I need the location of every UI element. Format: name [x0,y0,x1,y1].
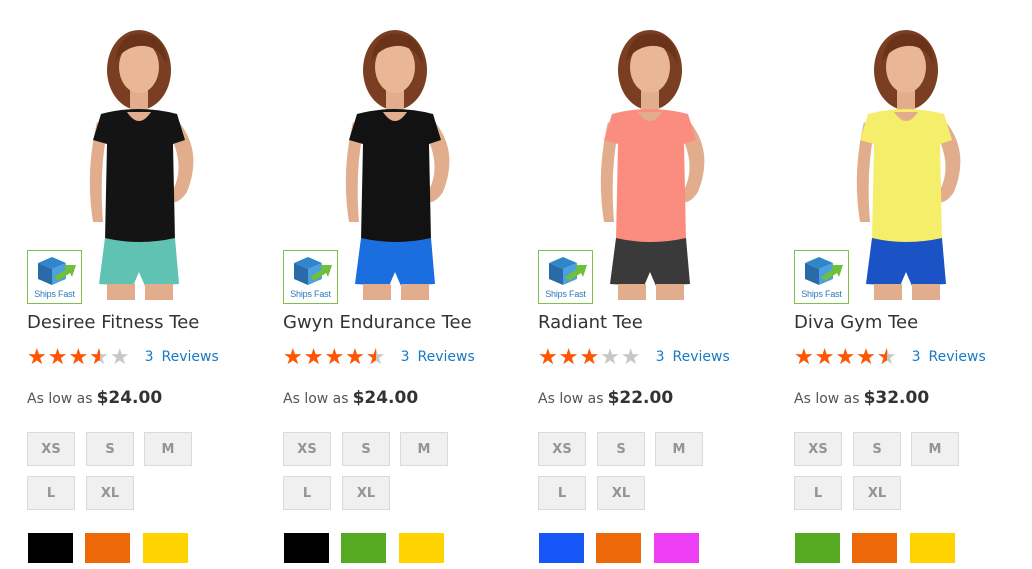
product-card: Ships Fast Gwyn Endurance Tee ★★★★★★★★★★ 3R… [283,0,513,569]
price-label: As low as [794,391,860,407]
star-rating-icon: ★★★★★★★★★★ [538,346,642,368]
review-count: 3 [144,349,154,365]
price-amount: $24.00 [96,388,163,408]
product-image-link[interactable]: Ships Fast [27,22,252,304]
review-word: Reviews [417,349,475,365]
price-label: As low as [538,391,604,407]
color-swatch[interactable] [909,532,956,564]
badge-label: Ships Fast [34,289,75,299]
star-rating-icon: ★★★★★★★★★★ [283,346,387,368]
size-option-xl[interactable]: XL [597,476,645,510]
product-card: Ships Fast Radiant Tee ★★★★★★★★★★ 3 Reviews A… [538,0,768,569]
size-option-m[interactable]: M [144,432,192,466]
stars-filled: ★★★★★ [538,346,601,368]
color-swatch[interactable] [142,532,189,564]
price-box: As low as $22.00 [538,388,673,408]
size-option-xs[interactable]: XS [538,432,586,466]
size-option-m[interactable]: M [911,432,959,466]
reviews-link[interactable]: 3 Reviews [656,349,730,365]
color-swatch[interactable] [283,532,330,564]
price-amount: $22.00 [607,388,674,408]
product-name-link[interactable]: Radiant Tee [538,312,643,333]
stars-filled: ★★★★★ [27,346,100,368]
ships-fast-badge: Ships Fast [794,250,849,304]
rating-summary: ★★★★★★★★★★ 3 Reviews [283,346,475,368]
price-box: As low as $32.00 [794,388,929,408]
color-swatch[interactable] [851,532,898,564]
size-option-xs[interactable]: XS [794,432,842,466]
color-swatch[interactable] [595,532,642,564]
product-card: Ships Fast Diva Gym Tee ★★★★★★★★★★ 3 Reviews… [794,0,1024,569]
review-count: 3 [400,349,410,365]
rating-summary: ★★★★★★★★★★ 3 Reviews [794,346,986,368]
product-name-link[interactable]: Diva Gym Tee [794,312,918,333]
badge-label: Ships Fast [801,289,842,299]
size-option-xl[interactable]: XL [342,476,390,510]
color-swatch[interactable] [398,532,445,564]
product-grid: Ships FastDesiree Fitness Tee★★★★★★★★★★3… [0,0,1032,569]
badge-label: Ships Fast [545,289,586,299]
price-amount: $24.00 [352,388,419,408]
product-image-link[interactable]: Ships Fast [538,22,763,304]
size-option-s[interactable]: S [342,432,390,466]
price-amount: $32.00 [863,388,930,408]
badge-label: Ships Fast [290,289,331,299]
ships-fast-badge: Ships Fast [538,250,593,304]
rating-summary: ★★★★★★★★★★ 3 Reviews [27,346,219,368]
review-word: Reviews [928,349,986,365]
color-swatch[interactable] [340,532,387,564]
product-name-link[interactable]: Gwyn Endurance Tee [283,312,472,333]
size-option-l[interactable]: L [283,476,331,510]
color-swatch[interactable] [27,532,74,564]
review-word: Reviews [672,349,730,365]
price-box: As low as $24.00 [27,388,162,408]
review-count: 3 [655,349,665,365]
product-image-link[interactable]: Ships Fast [794,22,1019,304]
size-option-l[interactable]: L [27,476,75,510]
product-image-link[interactable]: Ships Fast [283,22,508,304]
rating-summary: ★★★★★★★★★★ 3 Reviews [538,346,730,368]
stars-filled: ★★★★★ [283,346,376,368]
color-swatch[interactable] [794,532,841,564]
star-rating-icon: ★★★★★★★★★★ [27,346,131,368]
product-card: Ships Fast Desiree Fitness Tee ★★★★★★★★★★ 3… [27,0,257,569]
reviews-link[interactable]: 3 Reviews [401,349,475,365]
price-label: As low as [27,391,93,407]
price-box: As low as $24.00 [283,388,418,408]
stars-filled: ★★★★★ [794,346,887,368]
size-option-xs[interactable]: XS [27,432,75,466]
star-rating-icon: ★★★★★★★★★★ [794,346,898,368]
ships-fast-badge: Ships Fast [27,250,82,304]
size-option-xl[interactable]: XL [86,476,134,510]
review-word: Reviews [161,349,219,365]
size-option-xs[interactable]: XS [283,432,331,466]
color-swatch[interactable] [653,532,700,564]
product-name-link[interactable]: Desiree Fitness Tee [27,312,199,333]
size-option-l[interactable]: L [538,476,586,510]
reviews-link[interactable]: 3 Reviews [912,349,986,365]
size-option-s[interactable]: S [86,432,134,466]
review-count: 3 [911,349,921,365]
ships-fast-badge: Ships Fast [283,250,338,304]
size-option-l[interactable]: L [794,476,842,510]
size-option-m[interactable]: M [400,432,448,466]
color-swatch[interactable] [538,532,585,564]
size-option-s[interactable]: S [853,432,901,466]
color-swatch[interactable] [84,532,131,564]
size-option-m[interactable]: M [655,432,703,466]
size-option-xl[interactable]: XL [853,476,901,510]
size-option-s[interactable]: S [597,432,645,466]
reviews-link[interactable]: 3 Reviews [145,349,219,365]
price-label: As low as [283,391,349,407]
